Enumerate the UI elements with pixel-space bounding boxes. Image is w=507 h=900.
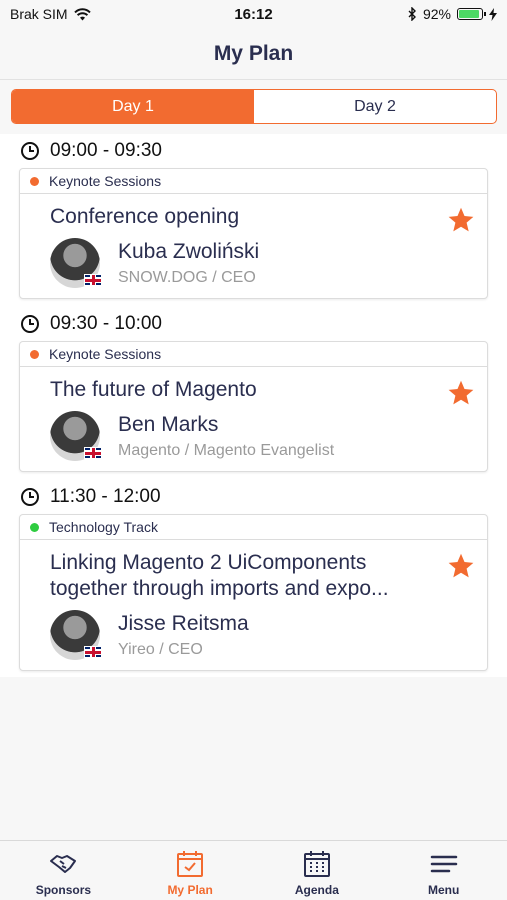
track-label: Technology Track xyxy=(49,519,158,535)
clock-icon xyxy=(21,142,39,160)
session-title: Linking Magento 2 UiComponents together … xyxy=(50,551,389,600)
uk-flag-icon xyxy=(84,646,102,658)
session-title: Conference opening xyxy=(50,205,240,228)
calendar-check-icon xyxy=(177,851,204,877)
track-header: Technology Track xyxy=(20,515,487,540)
speaker-name: Jisse Reitsma xyxy=(118,611,249,635)
calendar-grid-icon xyxy=(303,851,330,877)
speaker-row[interactable]: Kuba Zwoliński SNOW.DOG / CEO xyxy=(50,238,427,288)
day-segmented-control: Day 1 Day 2 xyxy=(11,89,497,124)
battery-percent: 92% xyxy=(422,6,451,22)
time-row: 09:00 - 09:30 xyxy=(0,134,507,168)
session-title: The future of Magento xyxy=(50,378,257,401)
session-body: Conference opening Kuba Zwoliński SNOW.D… xyxy=(20,194,487,298)
avatar xyxy=(50,411,102,461)
status-bar: Brak SIM 16:12 92% xyxy=(0,0,507,28)
avatar xyxy=(50,610,102,660)
speaker-name: Ben Marks xyxy=(118,412,219,436)
tab-sponsors[interactable]: Sponsors xyxy=(0,841,127,900)
tab-label: Sponsors xyxy=(35,883,92,897)
handshake-icon xyxy=(50,855,77,873)
tab-label: My Plan xyxy=(167,883,213,897)
tab-bar: Sponsors My Plan Agenda Menu xyxy=(0,840,507,900)
track-label: Keynote Sessions xyxy=(49,173,162,189)
clock-icon xyxy=(21,488,39,506)
clock-icon xyxy=(21,315,39,333)
time-slot: 09:30 - 10:00 Keynote Sessions The futur… xyxy=(0,307,507,472)
nav-bar: My Plan xyxy=(0,28,507,80)
tab-day-2[interactable]: Day 2 xyxy=(254,90,496,123)
time-slot: 09:00 - 09:30 Keynote Sessions Conferenc… xyxy=(0,134,507,299)
track-dot xyxy=(30,176,39,186)
session-card[interactable]: Keynote Sessions The future of Magento B… xyxy=(19,341,488,472)
status-right: 92% xyxy=(408,6,497,22)
session-card[interactable]: Technology Track Linking Magento 2 UiCom… xyxy=(19,514,488,671)
session-body: The future of Magento Ben Marks Magento … xyxy=(20,367,487,471)
tab-menu[interactable]: Menu xyxy=(380,841,507,900)
session-card[interactable]: Keynote Sessions Conference opening Kuba… xyxy=(19,168,488,299)
avatar xyxy=(50,238,102,288)
speaker-name: Kuba Zwoliński xyxy=(118,239,260,263)
track-header: Keynote Sessions xyxy=(20,169,487,194)
track-label: Keynote Sessions xyxy=(49,346,162,362)
status-left: Brak SIM xyxy=(10,6,91,22)
uk-flag-icon xyxy=(84,274,102,286)
speaker-info: Ben Marks Magento / Magento Evangelist xyxy=(118,413,334,460)
star-icon[interactable] xyxy=(447,552,475,580)
uk-flag-icon xyxy=(84,447,102,459)
time-row: 09:30 - 10:00 xyxy=(0,307,507,341)
plan-list: 09:00 - 09:30 Keynote Sessions Conferenc… xyxy=(0,134,507,677)
time-slot: 11:30 - 12:00 Technology Track Linking M… xyxy=(0,480,507,671)
charging-icon xyxy=(489,7,497,21)
speaker-info: Kuba Zwoliński SNOW.DOG / CEO xyxy=(118,240,259,287)
battery-icon xyxy=(457,8,486,20)
track-dot xyxy=(30,522,39,532)
tab-label: Menu xyxy=(427,883,460,897)
tab-agenda[interactable]: Agenda xyxy=(254,841,381,900)
speaker-info: Jisse Reitsma Yireo / CEO xyxy=(118,612,249,659)
status-time: 16:12 xyxy=(234,5,273,23)
time-row: 11:30 - 12:00 xyxy=(0,480,507,514)
time-label: 09:30 - 10:00 xyxy=(50,313,162,334)
speaker-row[interactable]: Jisse Reitsma Yireo / CEO xyxy=(50,610,427,660)
time-label: 11:30 - 12:00 xyxy=(50,486,161,507)
track-dot xyxy=(30,349,39,359)
star-icon[interactable] xyxy=(447,206,475,234)
page-title: My Plan xyxy=(213,41,294,65)
battery-fill xyxy=(459,10,480,18)
carrier-label: Brak SIM xyxy=(10,6,68,22)
speaker-org: Yireo / CEO xyxy=(118,640,203,658)
tab-label: Agenda xyxy=(294,883,339,897)
speaker-row[interactable]: Ben Marks Magento / Magento Evangelist xyxy=(50,411,427,461)
bluetooth-icon xyxy=(408,7,416,21)
speaker-org: Magento / Magento Evangelist xyxy=(118,441,335,459)
time-label: 09:00 - 09:30 xyxy=(50,140,162,161)
track-header: Keynote Sessions xyxy=(20,342,487,367)
hamburger-icon xyxy=(430,855,457,873)
speaker-org: SNOW.DOG / CEO xyxy=(118,268,256,286)
session-body: Linking Magento 2 UiComponents together … xyxy=(20,540,487,670)
wifi-icon xyxy=(73,7,91,20)
tab-day-1[interactable]: Day 1 xyxy=(12,90,254,123)
star-icon[interactable] xyxy=(447,379,475,407)
tab-my-plan[interactable]: My Plan xyxy=(127,841,254,900)
